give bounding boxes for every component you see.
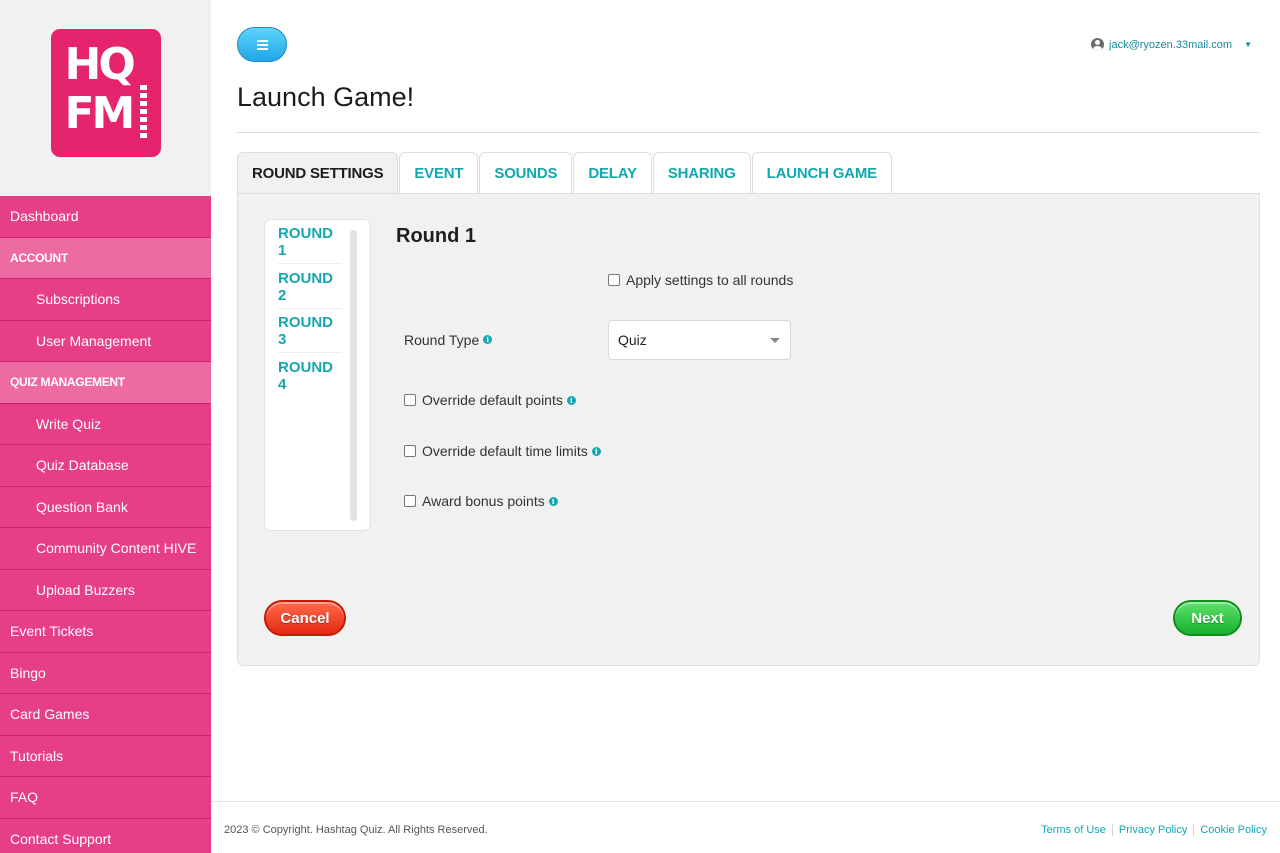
sidebar-section-quiz-management[interactable]: QUIZ MANAGEMENT [0, 362, 211, 404]
footer-copyright: 2023 © Copyright. Hashtag Quiz. All Righ… [224, 824, 488, 836]
sidebar-item-community-content-hive[interactable]: Community Content HIVE [0, 528, 211, 570]
sidebar-item-quiz-database[interactable]: Quiz Database [0, 445, 211, 487]
sidebar-item-subscriptions[interactable]: Subscriptions [0, 279, 211, 321]
page-title: Launch Game! [237, 82, 415, 112]
override-points-label: Override default points [422, 392, 563, 408]
sidebar-item-card-games[interactable]: Card Games [0, 694, 211, 736]
logo[interactable]: HQ FM [50, 29, 161, 157]
sidebar-nav: Dashboard ACCOUNT Subscriptions User Man… [0, 196, 211, 853]
caret-down-icon: ▼ [1244, 40, 1252, 49]
round-settings-panel: ROUND 1 ROUND 2 ROUND 3 ROUND 4 Round 1 … [237, 193, 1260, 666]
override-points-row: Override default points i [404, 392, 576, 408]
round-item-1[interactable]: ROUND 1 [278, 220, 342, 264]
info-circle-icon[interactable]: i [566, 395, 576, 405]
tab-sharing[interactable]: SHARING [652, 152, 751, 194]
override-time-label: Override default time limits [422, 443, 588, 459]
info-circle-icon[interactable]: i [548, 496, 558, 506]
tab-launch-game[interactable]: LAUNCH GAME [751, 152, 892, 194]
override-time-checkbox[interactable] [404, 445, 416, 457]
footer-links: Terms of Use Privacy Policy Cookie Polic… [1035, 824, 1273, 836]
title-divider [237, 132, 1260, 133]
tab-sounds[interactable]: SOUNDS [479, 152, 573, 194]
info-circle-icon[interactable]: i [483, 335, 493, 344]
sidebar-item-dashboard[interactable]: Dashboard [0, 196, 211, 238]
user-email: jack@ryozen.33mail.com [1109, 38, 1233, 51]
sidebar-item-event-tickets[interactable]: Event Tickets [0, 611, 211, 653]
round-item-3[interactable]: ROUND 3 [278, 309, 342, 353]
round-item-4[interactable]: ROUND 4 [278, 354, 342, 398]
round-heading: Round 1 [396, 225, 476, 247]
override-points-checkbox[interactable] [404, 394, 416, 406]
bonus-points-label: Award bonus points [422, 493, 545, 509]
user-menu[interactable]: jack@ryozen.33mail.com ▼ [1091, 38, 1252, 51]
sidebar-item-bingo[interactable]: Bingo [0, 652, 211, 694]
round-type-label-text: Round Type [404, 332, 480, 348]
chevron-down-icon [770, 338, 780, 343]
round-list-scrollbar[interactable] [350, 230, 357, 521]
override-time-row: Override default time limits i [404, 443, 601, 459]
terms-of-use-link[interactable]: Terms of Use [1035, 824, 1112, 836]
round-type-label: Round Type i [404, 332, 493, 348]
info-circle-icon[interactable]: i [591, 446, 601, 456]
tab-event[interactable]: EVENT [399, 152, 479, 194]
tab-delay[interactable]: DELAY [573, 152, 652, 194]
logo-text-line1: HQ [64, 39, 136, 90]
logo-area: HQ FM [0, 0, 211, 196]
apply-all-label: Apply settings to all rounds [626, 272, 794, 288]
hamburger-icon [256, 38, 268, 52]
menu-toggle-button[interactable] [237, 27, 287, 62]
apply-all-row: Apply settings to all rounds [608, 272, 793, 288]
sidebar-item-tutorials[interactable]: Tutorials [0, 735, 211, 777]
user-circle-icon [1091, 38, 1105, 51]
sidebar-item-contact-support[interactable]: Contact Support [0, 818, 211, 853]
cancel-button[interactable]: Cancel [264, 600, 346, 636]
sidebar-item-faq[interactable]: FAQ [0, 777, 211, 819]
sidebar-item-write-quiz[interactable]: Write Quiz [0, 403, 211, 445]
bonus-points-row: Award bonus points i [404, 493, 558, 509]
tab-bar: ROUND SETTINGS EVENT SOUNDS DELAY SHARIN… [237, 152, 893, 194]
apply-all-checkbox[interactable] [608, 274, 620, 286]
logo-text-line2: FM [64, 88, 136, 139]
round-list: ROUND 1 ROUND 2 ROUND 3 ROUND 4 [264, 219, 371, 531]
privacy-policy-link[interactable]: Privacy Policy [1111, 824, 1193, 836]
sidebar-item-upload-buzzers[interactable]: Upload Buzzers [0, 569, 211, 611]
round-type-value: Quiz [618, 332, 647, 348]
next-button[interactable]: Next [1173, 600, 1242, 636]
round-item-2[interactable]: ROUND 2 [278, 265, 342, 309]
tab-round-settings[interactable]: ROUND SETTINGS [237, 152, 399, 194]
sidebar-item-user-management[interactable]: User Management [0, 320, 211, 362]
footer-divider [211, 801, 1280, 802]
cookie-policy-link[interactable]: Cookie Policy [1193, 824, 1273, 836]
logo-dots [139, 85, 147, 141]
bonus-points-checkbox[interactable] [404, 495, 416, 507]
round-type-select[interactable]: Quiz [608, 320, 791, 360]
sidebar-item-question-bank[interactable]: Question Bank [0, 486, 211, 528]
sidebar: HQ FM Dashboard ACCOUNT Subscriptions Us… [0, 0, 211, 853]
sidebar-section-account[interactable]: ACCOUNT [0, 237, 211, 279]
